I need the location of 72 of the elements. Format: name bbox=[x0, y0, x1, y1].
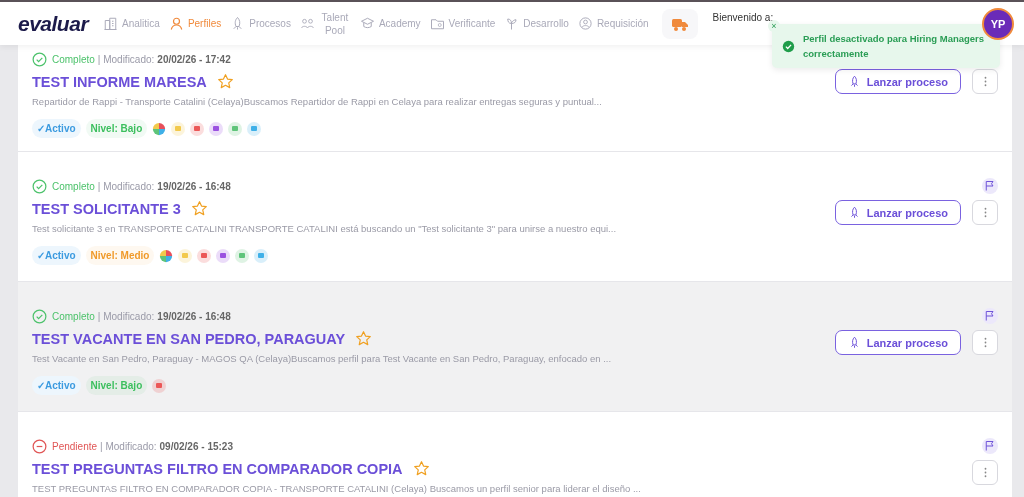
flag-button[interactable] bbox=[982, 178, 998, 194]
status-text: Completo bbox=[52, 180, 95, 192]
modified-label: | Modificado: bbox=[100, 440, 157, 452]
color-wheel-icon bbox=[152, 121, 167, 136]
people-icon bbox=[299, 16, 315, 31]
profile-title[interactable]: TEST SOLICITANTE 3 bbox=[32, 200, 181, 217]
building-icon bbox=[103, 16, 119, 31]
launch-process-button[interactable]: Lanzar proceso bbox=[834, 330, 961, 355]
modified-date: 09/02/26 - 15:23 bbox=[159, 440, 233, 452]
star-icon[interactable] bbox=[355, 330, 373, 347]
star-icon[interactable] bbox=[216, 73, 234, 90]
modified-label: | Modificado: bbox=[97, 53, 155, 65]
folder-icon bbox=[429, 16, 445, 31]
more-options-button[interactable] bbox=[972, 200, 998, 225]
more-options-button[interactable] bbox=[972, 330, 998, 355]
status-text: Pendiente bbox=[52, 440, 98, 452]
more-icon bbox=[983, 467, 987, 478]
active-tag: ✓Activo bbox=[32, 376, 81, 395]
level-tag: Nivel: Medio bbox=[85, 246, 155, 265]
profile-description: Repartidor de Rappi - Transporte Catalini (Celaya)Buscamos Repartidor de Rappi en Celaya para realizar entregas seguras y puntual... bbox=[32, 96, 602, 107]
status-text: Completo bbox=[52, 53, 95, 65]
profile-description: TEST PREGUNTAS FILTRO EN COMPARADOR COPIA - TRANSPORTE CATALINI (Celaya) Buscamos un perfil senior para liderar el diseño ... bbox=[32, 483, 641, 494]
test-icon bbox=[228, 121, 243, 136]
more-icon bbox=[983, 337, 987, 348]
active-tag: ✓Activo bbox=[32, 246, 81, 265]
launch-process-button[interactable]: Lanzar proceso bbox=[834, 69, 961, 94]
test-icon bbox=[216, 248, 231, 263]
profile-title[interactable]: TEST INFORME MARESA bbox=[32, 73, 207, 90]
graduation-cap-icon bbox=[359, 16, 375, 31]
sprout-icon bbox=[504, 16, 520, 31]
test-icon bbox=[254, 248, 269, 263]
flag-button[interactable] bbox=[982, 308, 998, 324]
modified-label: | Modificado: bbox=[97, 180, 155, 192]
active-tag: ✓Activo bbox=[32, 119, 81, 138]
modified-label: | Modificado: bbox=[97, 310, 155, 322]
test-icon bbox=[209, 121, 224, 136]
more-icon bbox=[983, 207, 987, 218]
more-icon bbox=[983, 76, 987, 87]
modified-date: 19/02/26 - 16:48 bbox=[157, 180, 231, 192]
profile-description: Test Vacante en San Pedro, Paraguay - MAGOS QA (Celaya)Buscamos perfil para Test Vacante en San Pedro, Paraguay, enfocado en ... bbox=[32, 353, 612, 364]
test-icon bbox=[235, 248, 250, 263]
level-tag: Nivel: Bajo bbox=[85, 119, 148, 138]
more-options-button[interactable] bbox=[972, 69, 998, 94]
close-button[interactable]: × bbox=[768, 20, 780, 32]
person-circle-icon bbox=[577, 16, 593, 31]
modified-date: 19/02/26 - 16:48 bbox=[157, 310, 231, 322]
test-icon bbox=[152, 378, 167, 393]
check-circle-icon bbox=[782, 39, 795, 53]
logo[interactable]: evaluar bbox=[18, 11, 89, 36]
profile-title[interactable]: TEST VACANTE EN SAN PEDRO, PARAGUAY bbox=[32, 330, 346, 347]
company-selector[interactable] bbox=[661, 8, 698, 39]
color-wheel-icon bbox=[159, 248, 174, 263]
launch-process-button[interactable]: Lanzar proceso bbox=[834, 200, 961, 225]
profile-card[interactable] bbox=[18, 282, 1012, 412]
welcome-text: Bienvenido a: bbox=[712, 12, 774, 23]
star-icon[interactable] bbox=[190, 200, 208, 217]
test-icon bbox=[178, 248, 193, 263]
level-tag: Nivel: Bajo bbox=[85, 376, 148, 395]
person-icon bbox=[168, 16, 184, 31]
nav-item[interactable]: Perfiles bbox=[168, 16, 222, 31]
avatar[interactable]: YP bbox=[982, 8, 1014, 40]
status-text: Completo bbox=[52, 310, 95, 322]
test-icon bbox=[171, 121, 186, 136]
profile-title[interactable]: TEST PREGUNTAS FILTRO EN COMPARADOR COPIA bbox=[32, 460, 403, 477]
modified-date: 20/02/26 - 17:42 bbox=[157, 53, 231, 65]
star-icon[interactable] bbox=[412, 460, 430, 477]
flag-button[interactable] bbox=[982, 438, 998, 454]
test-icon bbox=[247, 121, 262, 136]
profile-description: Test solicitante 3 en TRANSPORTE CATALINI TRANSPORTE CATALINI está buscando un "Test solicitante 3" para unirse a nuestro equi... bbox=[32, 223, 617, 234]
test-icon bbox=[197, 248, 212, 263]
test-icon bbox=[190, 121, 205, 136]
more-options-button[interactable] bbox=[972, 460, 998, 485]
